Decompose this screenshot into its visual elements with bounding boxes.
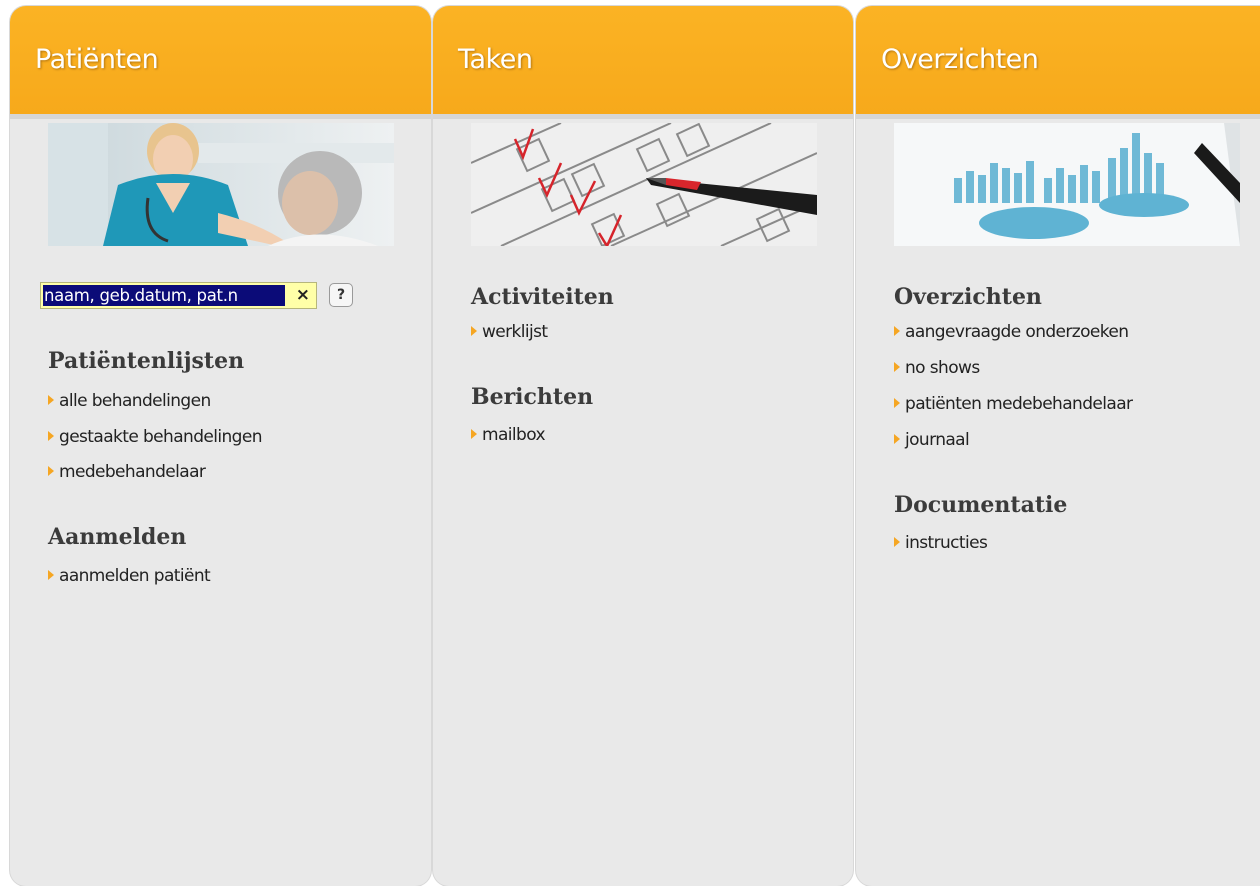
section-title-patientenlijsten: Patiëntenlijsten <box>48 348 245 374</box>
section-title-overzichten: Overzichten <box>894 284 1042 310</box>
link-patienten-medebehandelaar[interactable]: patiënten medebehandelaar <box>894 394 1133 414</box>
link-label: medebehandelaar <box>59 462 206 482</box>
link-label: instructies <box>905 533 988 553</box>
section-title-aanmelden: Aanmelden <box>48 524 187 550</box>
section-title-berichten: Berichten <box>471 384 594 410</box>
link-label: gestaakte behandelingen <box>59 427 263 447</box>
link-label: werklijst <box>482 322 548 342</box>
section-title-documentatie: Documentatie <box>894 492 1068 518</box>
panel-header: Taken <box>433 6 853 119</box>
panel-taken: Taken Activiteiten werklijst Berichten m… <box>433 6 853 886</box>
panel-title: Patiënten <box>35 44 159 75</box>
overzichten-image <box>894 123 1240 246</box>
bullet-arrow-icon <box>894 398 900 408</box>
link-no-shows[interactable]: no shows <box>894 358 980 378</box>
link-label: journaal <box>905 430 970 450</box>
bullet-arrow-icon <box>48 395 54 405</box>
bullet-arrow-icon <box>894 326 900 336</box>
panel-patienten: Patiënten naam, geb.datum, pat.n × ? Pat… <box>10 6 431 886</box>
link-mailbox[interactable]: mailbox <box>471 425 546 445</box>
taken-image <box>471 123 817 246</box>
clear-icon[interactable]: × <box>296 285 310 305</box>
bullet-arrow-icon <box>471 429 477 439</box>
link-label: alle behandelingen <box>59 391 211 411</box>
link-label: patiënten medebehandelaar <box>905 394 1133 414</box>
help-icon[interactable]: ? <box>329 283 353 307</box>
bullet-arrow-icon <box>471 326 477 336</box>
bullet-arrow-icon <box>894 434 900 444</box>
bullet-arrow-icon <box>48 466 54 476</box>
panel-overzichten: Overzichten Overzichten aangevraagde ond… <box>856 6 1260 886</box>
link-gestaakte-behandelingen[interactable]: gestaakte behandelingen <box>48 427 263 447</box>
link-medebehandelaar[interactable]: medebehandelaar <box>48 462 206 482</box>
patient-search-input[interactable]: naam, geb.datum, pat.n × <box>40 282 317 309</box>
link-instructies[interactable]: instructies <box>894 533 988 553</box>
link-alle-behandelingen[interactable]: alle behandelingen <box>48 391 211 411</box>
bullet-arrow-icon <box>894 537 900 547</box>
link-label: aangevraagde onderzoeken <box>905 322 1129 342</box>
patienten-image <box>48 123 394 246</box>
link-aangevraagde-onderzoeken[interactable]: aangevraagde onderzoeken <box>894 322 1129 342</box>
link-label: no shows <box>905 358 980 378</box>
panel-title: Taken <box>458 44 533 75</box>
panel-header: Patiënten <box>10 6 431 119</box>
bullet-arrow-icon <box>48 431 54 441</box>
search-selected-text[interactable]: naam, geb.datum, pat.n <box>43 285 285 306</box>
panel-title: Overzichten <box>881 44 1039 75</box>
panel-header: Overzichten <box>856 6 1260 119</box>
link-label: mailbox <box>482 425 546 445</box>
link-label: aanmelden patiënt <box>59 566 211 586</box>
link-aanmelden-patient[interactable]: aanmelden patiënt <box>48 566 211 586</box>
link-werklijst[interactable]: werklijst <box>471 322 548 342</box>
link-journaal[interactable]: journaal <box>894 430 970 450</box>
bullet-arrow-icon <box>48 570 54 580</box>
bullet-arrow-icon <box>894 362 900 372</box>
section-title-activiteiten: Activiteiten <box>471 284 614 310</box>
